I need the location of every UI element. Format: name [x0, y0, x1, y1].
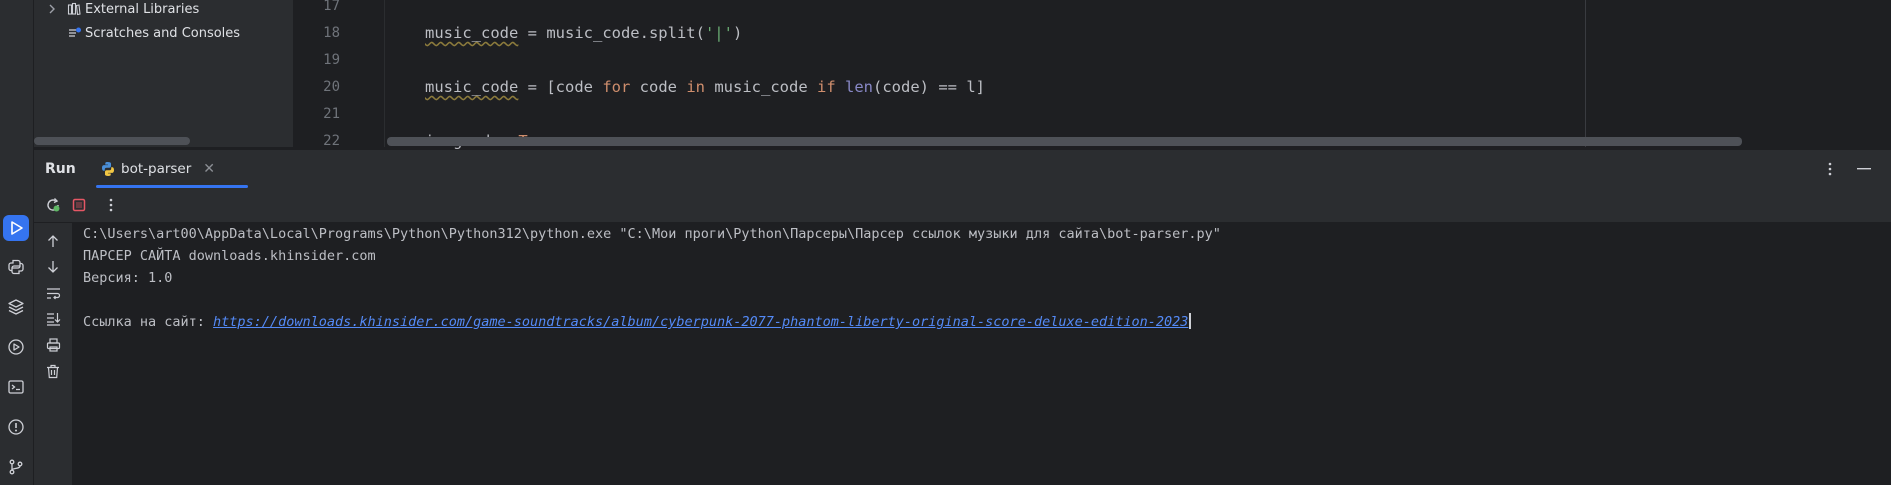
line-number: 19	[323, 52, 340, 68]
line-number-gutter: 17 18 19 20 21 22	[294, 0, 385, 149]
toolbar-more-icon[interactable]	[102, 196, 120, 214]
console-url-link[interactable]: https://downloads.khinsider.com/game-sou…	[213, 314, 1188, 330]
console-line-command: C:\Users\art00\AppData\Local\Programs\Py…	[83, 226, 1221, 242]
code-string: '|'	[704, 24, 733, 42]
scratches-icon	[66, 25, 82, 41]
rerun-icon[interactable]	[44, 196, 62, 214]
code-token: music_code	[425, 78, 519, 96]
run-console-output[interactable]: C:\Users\art00\AppData\Local\Programs\Py…	[72, 223, 1891, 485]
scroll-to-end-icon[interactable]	[44, 310, 62, 328]
line-number: 18	[323, 25, 340, 41]
run-tool-icon[interactable]	[3, 215, 29, 241]
tab-label: bot-parser	[121, 161, 192, 177]
code-token: (code) == l]	[873, 78, 985, 96]
console-line-title: ПАРСЕР САЙТА downloads.khinsider.com	[83, 248, 376, 264]
console-prompt: Ссылка на сайт:	[83, 314, 214, 330]
console-side-toolbar	[34, 223, 72, 485]
code-editor[interactable]: 17 18 19 20 21 22 music_code = music_cod…	[294, 0, 1891, 150]
tab-bot-parser[interactable]: bot-parser ✕	[96, 150, 221, 188]
git-icon[interactable]	[3, 454, 29, 480]
terminal-icon[interactable]	[3, 374, 29, 400]
line-number: 17	[323, 0, 340, 14]
more-options-icon[interactable]	[1821, 160, 1839, 178]
run-tool-window-header: Run bot-parser ✕	[34, 149, 1891, 189]
right-margin-guide	[1585, 0, 1586, 147]
services-icon[interactable]	[3, 334, 29, 360]
project-horizontal-scrollbar[interactable]	[34, 137, 190, 145]
code-builtin: len	[845, 78, 873, 96]
chevron-right-icon[interactable]	[46, 4, 58, 14]
library-icon	[66, 1, 82, 17]
code-token: )	[732, 24, 743, 42]
trash-icon[interactable]	[44, 362, 62, 380]
arrow-up-icon[interactable]	[44, 232, 62, 250]
python-file-icon	[100, 161, 116, 177]
console-input-line[interactable]: Ссылка на сайт: https://downloads.khinsi…	[83, 311, 1191, 333]
python-console-icon[interactable]	[3, 254, 29, 280]
line-number: 21	[323, 106, 340, 122]
code-token: = music_code.split(	[518, 24, 705, 42]
arrow-down-icon[interactable]	[44, 258, 62, 276]
stop-icon[interactable]	[70, 196, 88, 214]
close-tab-icon[interactable]: ✕	[203, 161, 215, 177]
print-icon[interactable]	[44, 336, 62, 354]
run-toolbar	[34, 188, 1891, 223]
project-panel: External Libraries Scratches and Console…	[34, 0, 293, 147]
code-line-18[interactable]: music_code = music_code.split('|')	[425, 20, 742, 47]
code-token: code	[630, 78, 687, 96]
run-panel-title: Run	[45, 161, 76, 177]
minimize-icon[interactable]	[1855, 160, 1873, 178]
soft-wrap-icon[interactable]	[44, 284, 62, 302]
tree-item-external-libraries[interactable]: External Libraries	[34, 0, 199, 21]
python-packages-icon[interactable]	[3, 294, 29, 320]
problems-icon[interactable]	[3, 414, 29, 440]
code-keyword: for	[602, 78, 631, 96]
tree-item-scratches[interactable]: Scratches and Consoles	[34, 21, 240, 45]
text-caret	[1189, 313, 1191, 329]
tree-item-label: External Libraries	[85, 1, 200, 17]
tool-window-strip	[0, 0, 34, 485]
code-line-20[interactable]: music_code = [code for code in music_cod…	[425, 74, 985, 101]
code-token: = [code	[518, 78, 603, 96]
editor-horizontal-scrollbar[interactable]	[387, 137, 1742, 146]
code-keyword: if	[816, 78, 836, 96]
code-keyword: in	[686, 78, 705, 96]
line-number: 20	[323, 79, 340, 95]
tree-item-label: Scratches and Consoles	[85, 25, 241, 41]
console-line-version: Версия: 1.0	[83, 270, 173, 286]
code-token: music_code	[425, 24, 519, 42]
code-token: music_code	[705, 78, 817, 96]
